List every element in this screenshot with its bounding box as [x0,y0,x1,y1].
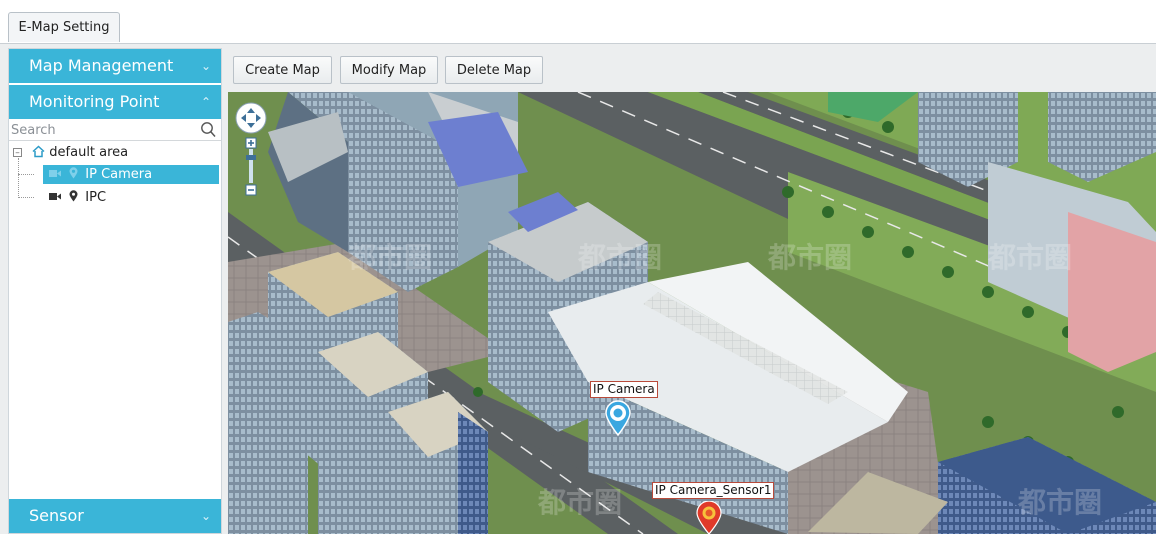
map-marker-label: IP Camera_Sensor1 [652,482,775,499]
map-marker-label: IP Camera [590,381,658,398]
search-input[interactable] [9,121,191,139]
section-label: Monitoring Point [29,92,160,111]
chevron-down-icon: ⌄ [200,509,211,523]
camera-icon [49,170,61,177]
svg-text:都市圈: 都市圈 [347,241,432,274]
chevron-down-icon: ⌄ [200,59,211,73]
content-area: Map Management ⌄ Monitoring Point ⌃ – de… [0,43,1156,534]
tab-e-map-setting[interactable]: E-Map Setting [8,12,120,42]
tree-node-label: IPC [85,190,107,205]
camera-icon [49,193,61,200]
svg-text:都市圈: 都市圈 [987,241,1072,274]
map-canvas[interactable]: 都市圈 都市圈 都市圈 都市圈 都市圈 都市圈 IP Camera IP Cam… [228,92,1156,534]
modify-map-button[interactable]: Modify Map [340,56,438,84]
sensor-marker-icon[interactable] [695,501,723,534]
section-map-management[interactable]: Map Management ⌄ [9,49,221,83]
section-label: Sensor [29,506,84,525]
camera-marker-icon[interactable] [603,400,633,436]
section-monitoring-point[interactable]: Monitoring Point ⌃ [9,85,221,119]
collapse-icon[interactable]: – [13,148,22,158]
create-map-button[interactable]: Create Map [233,56,332,84]
map-image: 都市圈 都市圈 都市圈 都市圈 都市圈 都市圈 [228,92,1156,534]
tree-node-label: default area [49,145,129,160]
tree-node-ip-camera[interactable]: IP Camera [43,165,219,184]
tab-bar: E-Map Setting [0,0,1156,43]
tree-node-ipc[interactable]: IPC [49,188,219,207]
section-label: Map Management [29,56,174,75]
svg-text:都市圈: 都市圈 [1017,486,1102,519]
section-sensor[interactable]: Sensor ⌄ [9,499,221,533]
tree-connector [18,197,34,198]
search-icon[interactable] [200,121,216,139]
tree-node-label: IP Camera [85,167,153,182]
location-pin-icon [69,167,78,179]
svg-text:都市圈: 都市圈 [767,241,852,274]
tree-node-default-area[interactable]: – default area [13,143,221,162]
tree-connector [18,158,19,198]
location-pin-icon [69,190,78,202]
search-box [9,121,221,141]
tree-connector [18,174,34,175]
chevron-up-icon: ⌃ [200,95,211,109]
sidebar: Map Management ⌄ Monitoring Point ⌃ – de… [8,48,222,534]
map-zoom-control [233,100,269,214]
pan-control-icon[interactable] [233,100,269,210]
svg-text:都市圈: 都市圈 [577,241,662,274]
home-icon [32,145,45,158]
svg-text:都市圈: 都市圈 [537,486,622,519]
delete-map-button[interactable]: Delete Map [445,56,543,84]
